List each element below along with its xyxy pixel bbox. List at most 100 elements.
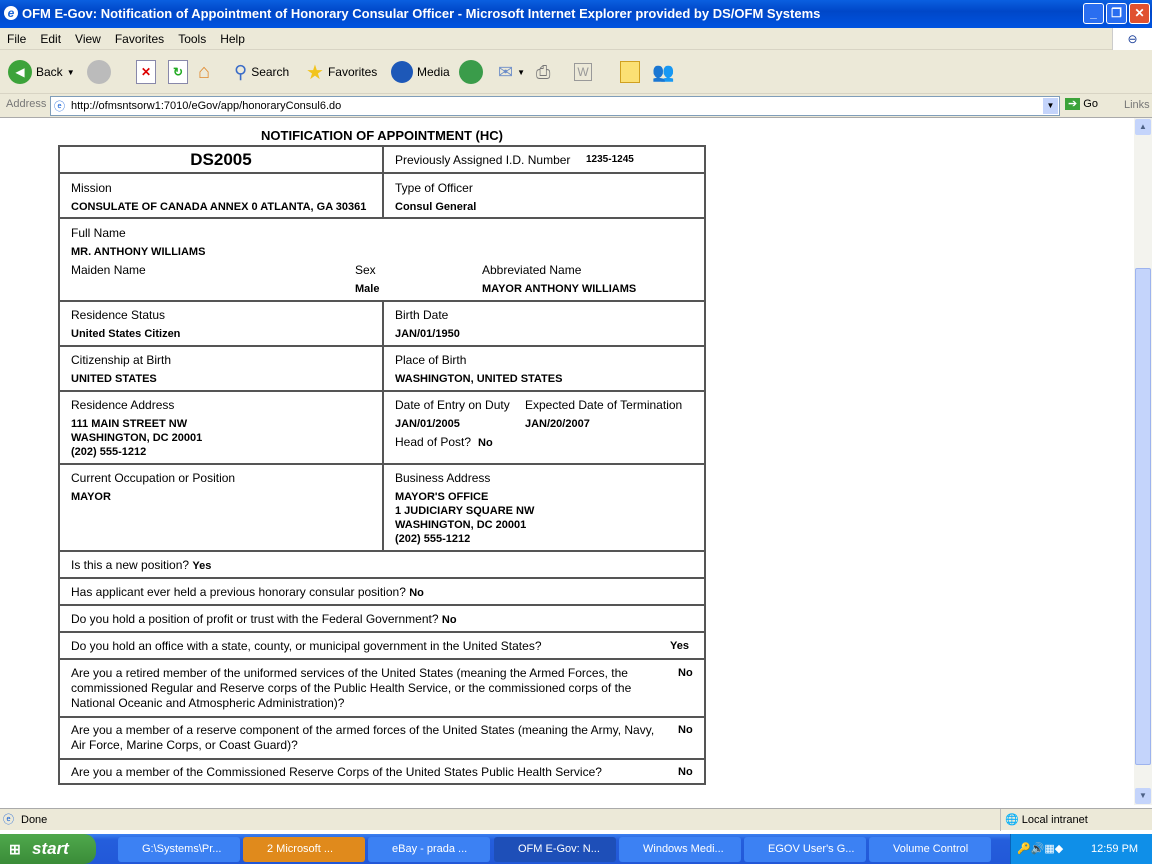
- entry-date-value: JAN/01/2005: [395, 418, 460, 430]
- minimize-button[interactable]: _: [1083, 3, 1104, 24]
- maximize-button[interactable]: ❐: [1106, 3, 1127, 24]
- vertical-scrollbar[interactable]: ▲ ▼: [1134, 118, 1152, 805]
- menu-tools[interactable]: Tools: [171, 28, 213, 50]
- maiden-name-label: Maiden Name: [71, 263, 146, 277]
- taskbar-item[interactable]: eBay - prada ...: [368, 837, 490, 862]
- print-button[interactable]: ⎙: [536, 58, 550, 86]
- address-input[interactable]: ⓔ http://ofmsntsorw1:7010/eGov/app/honora…: [50, 96, 1060, 116]
- appointment-form: DS2005 Previously Assigned I.D. Number 1…: [58, 145, 706, 785]
- go-button[interactable]: ➔ Go: [1065, 97, 1098, 110]
- occupation-label: Current Occupation or Position: [71, 471, 236, 485]
- address-dropdown-icon[interactable]: ▼: [1043, 98, 1058, 114]
- toolbar: ◀ Back ▼ ✕ ↻ ⌂ ⚲ Search ★ Favorites Media ✉ ▼…: [0, 50, 1152, 94]
- menu-edit[interactable]: Edit: [33, 28, 68, 50]
- word-icon: W: [574, 63, 592, 81]
- residence-status-label: Residence Status: [71, 308, 166, 322]
- answer: Yes: [670, 640, 689, 652]
- page-icon: ⓔ: [54, 101, 65, 113]
- edit-button[interactable]: W: [574, 58, 592, 86]
- forward-button[interactable]: [87, 58, 111, 86]
- officer-type-value: Consul General: [395, 201, 477, 213]
- taskbar-item[interactable]: EGOV User's G...: [744, 837, 866, 862]
- star-icon: ★: [306, 61, 324, 84]
- taskbar-item-active[interactable]: OFM E-Gov: N...: [494, 837, 616, 862]
- stop-icon: ✕: [136, 60, 156, 84]
- home-button[interactable]: ⌂: [198, 58, 210, 86]
- links-button[interactable]: Links: [1124, 99, 1150, 111]
- discuss-button[interactable]: [620, 58, 640, 86]
- address-bar: Address ⓔ http://ofmsntsorw1:7010/eGov/ap…: [0, 94, 1152, 118]
- dropdown-icon: ▼: [66, 67, 75, 77]
- taskbar-item[interactable]: 2 Microsoft ...: [243, 837, 365, 862]
- refresh-button[interactable]: ↻: [168, 58, 188, 86]
- close-button[interactable]: ✕: [1129, 3, 1150, 24]
- scroll-up-icon[interactable]: ▲: [1135, 119, 1151, 135]
- media-button[interactable]: Media: [391, 58, 450, 86]
- messenger-icon: 👥: [652, 61, 675, 82]
- birth-date-value: JAN/01/1950: [395, 328, 460, 340]
- mail-icon: ✉: [498, 61, 514, 82]
- sex-value: Male: [355, 283, 380, 295]
- taskbar: ⊞ start G:\Systems\Pr... 2 Microsoft ... …: [0, 834, 1152, 864]
- head-of-post-value: No: [478, 437, 493, 449]
- scroll-thumb[interactable]: [1135, 268, 1151, 765]
- menu-favorites[interactable]: Favorites: [108, 28, 171, 50]
- residence-address-label: Residence Address: [71, 398, 175, 412]
- taskbar-item[interactable]: Windows Medi...: [619, 837, 741, 862]
- question: Do you hold an office with a state, coun…: [71, 639, 542, 653]
- globe-icon: 🌐: [1005, 814, 1019, 826]
- windows-logo-icon: ⊖: [1112, 28, 1152, 50]
- answer: No: [678, 724, 693, 736]
- mail-button[interactable]: ✉ ▼: [498, 58, 525, 86]
- print-icon: ⎙: [536, 61, 551, 82]
- business-address-value: MAYOR'S OFFICE 1 JUDICIARY SQUARE NW WASHI…: [395, 491, 535, 545]
- question: Has applicant ever held a previous honor…: [71, 585, 424, 599]
- history-icon: [459, 60, 483, 84]
- refresh-icon: ↻: [168, 60, 188, 84]
- start-label: start: [32, 839, 69, 858]
- question: Are you a member of a reserve component …: [71, 723, 655, 752]
- start-button[interactable]: ⊞ start: [0, 834, 96, 864]
- birth-place-label: Place of Birth: [395, 353, 467, 367]
- question: Are you a member of the Commissioned Res…: [71, 765, 602, 779]
- menu-view[interactable]: View: [68, 28, 108, 50]
- back-button[interactable]: ◀ Back ▼: [8, 58, 75, 86]
- favorites-label: Favorites: [327, 65, 378, 79]
- search-label: Search: [251, 65, 290, 79]
- head-of-post-label: Head of Post?: [395, 435, 472, 449]
- officer-type-label: Type of Officer: [395, 181, 473, 195]
- answer: Yes: [192, 560, 212, 572]
- stop-button[interactable]: ✕: [136, 58, 156, 86]
- title-bar: e OFM E-Gov: Notification of Appointment…: [0, 0, 1152, 28]
- form-number: DS2005: [190, 150, 252, 169]
- messenger-button[interactable]: 👥: [652, 58, 674, 86]
- go-arrow-icon: ➔: [1065, 98, 1081, 110]
- home-icon: ⌂: [198, 60, 211, 83]
- answer: No: [678, 667, 693, 679]
- menu-bar: File Edit View Favorites Tools Help ⊖: [0, 28, 1152, 50]
- media-label: Media: [417, 65, 450, 79]
- history-button[interactable]: [459, 58, 483, 86]
- tray-icons[interactable]: 🔑🔊▦◆: [1017, 834, 1063, 864]
- address-url: http://ofmsntsorw1:7010/eGov/app/honorar…: [71, 100, 342, 112]
- taskbar-item[interactable]: Volume Control: [869, 837, 991, 862]
- clock: 12:59 PM: [1091, 843, 1139, 855]
- termination-date-value: JAN/20/2007: [525, 418, 590, 430]
- window-title: OFM E-Gov: Notification of Appointment o…: [22, 6, 821, 21]
- taskbar-item[interactable]: G:\Systems\Pr...: [118, 837, 240, 862]
- form-title: NOTIFICATION OF APPOINTMENT (HC): [261, 128, 503, 143]
- prev-id-value: 1235-1245: [586, 154, 634, 165]
- scroll-down-icon[interactable]: ▼: [1135, 788, 1151, 804]
- business-address-label: Business Address: [395, 471, 491, 485]
- mission-value: CONSULATE OF CANADA ANNEX 0 ATLANTA, GA …: [71, 201, 367, 213]
- menu-help[interactable]: Help: [213, 28, 252, 50]
- favorites-button[interactable]: ★ Favorites: [306, 58, 377, 86]
- zone-label: Local intranet: [1021, 814, 1088, 826]
- back-label: Back: [36, 65, 63, 79]
- abbrev-name-label: Abbreviated Name: [482, 263, 582, 277]
- search-button[interactable]: ⚲ Search: [234, 58, 289, 86]
- question: Do you hold a position of profit or trus…: [71, 612, 457, 626]
- prev-id-label: Previously Assigned I.D. Number: [395, 153, 571, 167]
- menu-file[interactable]: File: [0, 28, 33, 50]
- zone-indicator: 🌐 Local intranet: [1000, 809, 1088, 831]
